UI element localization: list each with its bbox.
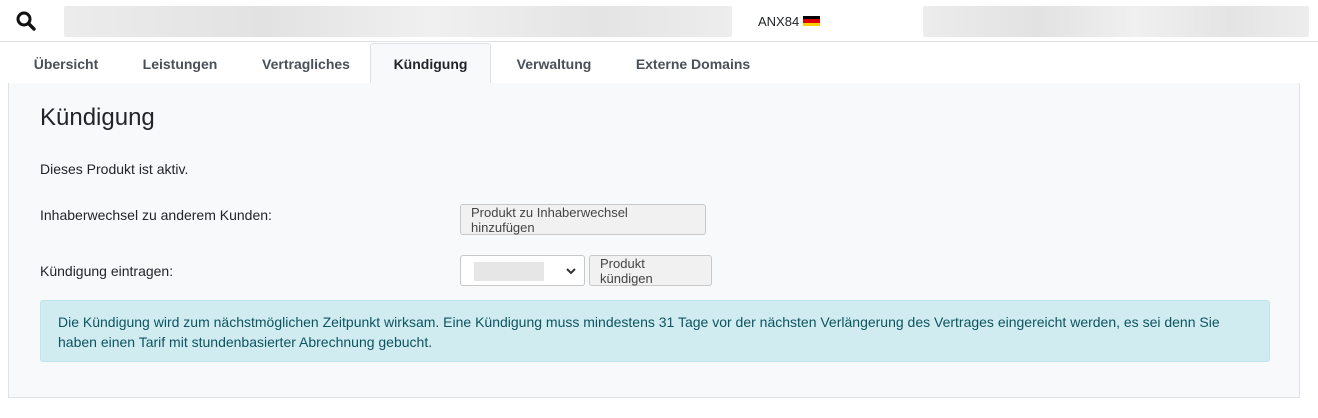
info-alert: Die Kündigung wird zum nächstmöglichen Z… [40, 300, 1270, 362]
cancellation-label: Kündigung eintragen: [40, 263, 174, 279]
cancellation-date-select[interactable] [460, 255, 585, 286]
tab-verwaltung[interactable]: Verwaltung [504, 43, 604, 84]
search-button[interactable] [12, 8, 40, 34]
chevron-down-icon [566, 268, 576, 275]
top-bar: ANX84 [0, 0, 1318, 42]
server-indicator: ANX84 [758, 13, 821, 29]
tab-vertragliches[interactable]: Vertragliches [248, 43, 364, 84]
redacted-select-value [474, 262, 544, 281]
redacted-field [923, 6, 1309, 37]
product-status-text: Dieses Produkt ist aktiv. [40, 161, 189, 177]
add-owner-change-button[interactable]: Produkt zu Inhaberwechsel hinzufügen [460, 204, 706, 235]
tab-uebersicht[interactable]: Übersicht [18, 43, 114, 84]
tab-leistungen[interactable]: Leistungen [128, 43, 232, 84]
cancel-product-button[interactable]: Produkt kündigen [589, 255, 712, 286]
cancellation-panel: Kündigung Dieses Produkt ist aktiv. Inha… [8, 83, 1300, 398]
owner-change-label: Inhaberwechsel zu anderem Kunden: [40, 207, 272, 223]
server-label: ANX84 [758, 13, 800, 29]
redacted-field [64, 6, 732, 37]
tab-externe-domains[interactable]: Externe Domains [620, 43, 766, 84]
search-icon [16, 11, 36, 31]
tab-kuendigung[interactable]: Kündigung [370, 43, 491, 85]
tab-bar: Übersicht Leistungen Vertragliches Kündi… [8, 43, 1300, 85]
germany-flag-icon [803, 15, 821, 27]
page-title: Kündigung [40, 104, 155, 131]
